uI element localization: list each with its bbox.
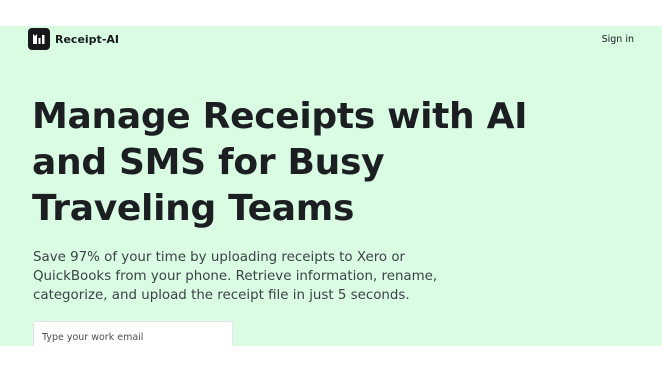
bottom-band — [0, 346, 662, 372]
signin-link[interactable]: Sign in — [602, 34, 634, 45]
landing-page: Receipt-AI Sign in Manage Receipts with … — [0, 26, 662, 346]
hero-title: Manage Receipts with AI and SMS for Busy… — [32, 96, 528, 229]
hero-subtitle: Save 97% of your time by uploading recei… — [33, 250, 438, 303]
brand-link[interactable]: Receipt-AI — [28, 28, 119, 50]
navbar: Receipt-AI Sign in — [0, 26, 662, 54]
top-band — [0, 0, 662, 26]
email-input[interactable] — [33, 321, 233, 346]
receipt-ai-logo-icon — [28, 28, 50, 50]
brand-name: Receipt-AI — [55, 32, 119, 46]
